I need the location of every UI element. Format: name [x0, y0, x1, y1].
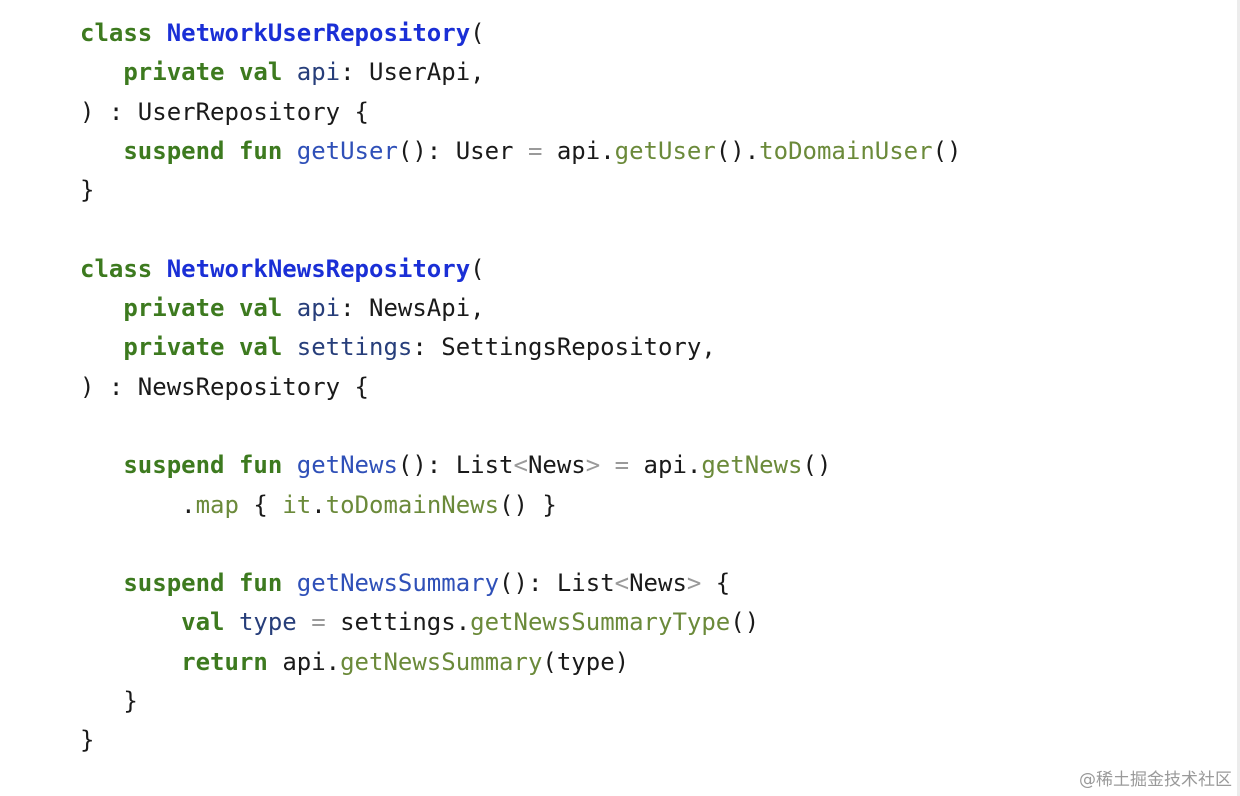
code-token-call: it — [282, 490, 312, 519]
code-token-plain: } — [80, 176, 95, 205]
code-token-plain: . — [80, 490, 196, 519]
code-token-plain: api. — [542, 136, 615, 165]
code-line: class NetworkNewsRepository( — [80, 250, 961, 289]
code-token-kw: return — [181, 647, 283, 676]
code-token-plain: { — [238, 490, 283, 519]
code-line: class NetworkUserRepository( — [80, 14, 961, 53]
code-token-plain: News — [527, 451, 586, 480]
code-token-kw: private val — [123, 333, 297, 362]
code-token-plain: ( — [470, 19, 485, 47]
code-token-op: > — [585, 451, 601, 480]
code-token-kw: private val — [123, 294, 297, 323]
code-line: suspend fun getUser(): User = api.getUse… — [80, 132, 961, 171]
code-token-plain: () — [802, 451, 832, 480]
code-token-class: NetworkNewsRepository — [166, 254, 471, 283]
code-token-class: NetworkUserRepository — [166, 19, 471, 47]
code-token-op: = — [527, 136, 543, 165]
code-token-prop: type — [238, 608, 297, 637]
code-token-call: toDomainNews — [325, 490, 500, 519]
code-token-plain: News — [629, 569, 687, 598]
code-line: ) : NewsRepository { — [80, 368, 961, 407]
code-token-call: toDomainUser — [759, 136, 933, 165]
code-token-plain: api. — [282, 647, 341, 676]
code-token-prop: settings — [296, 333, 413, 362]
code-token-kw: class — [80, 254, 167, 283]
code-token-op: = — [311, 608, 326, 637]
code-token-op: = — [614, 451, 630, 480]
code-token-plain: . — [311, 490, 326, 519]
code-token-plain: ) : NewsRepository { — [80, 372, 369, 401]
code-token-kw: val — [181, 608, 239, 637]
code-line: } — [80, 682, 961, 721]
watermark: @稀土掘金技术社区 — [1079, 770, 1232, 790]
code-token-kw: private val — [123, 58, 297, 87]
code-line: .map { it.toDomainNews() } — [80, 486, 961, 525]
code-token-fn: getNewsSummary — [296, 569, 500, 598]
code-token-call: getNewsSummaryType — [470, 608, 731, 637]
code-token-kw: suspend fun — [123, 569, 297, 598]
code-token-call: map — [195, 490, 239, 519]
code-token-call: getNews — [701, 451, 803, 480]
code-token-call: getNewsSummary — [340, 647, 543, 676]
code-line: suspend fun getNewsSummary(): List<News>… — [80, 564, 961, 603]
code-token-op: < — [513, 451, 528, 480]
code-token-plain: { — [701, 569, 731, 598]
code-token-plain: (): List — [397, 451, 514, 480]
code-line: private val settings: SettingsRepository… — [80, 328, 961, 367]
code-token-plain: ) : UserRepository { — [80, 97, 369, 126]
code-token-op: > — [686, 569, 702, 598]
code-token-plain: : SettingsRepository, — [412, 333, 716, 362]
code-token-plain: : NewsApi, — [340, 294, 485, 323]
code-token-op: < — [614, 569, 630, 598]
code-token-call: getUser — [614, 136, 716, 165]
code-line: private val api: UserApi, — [80, 53, 961, 92]
code-block: class NetworkUserRepository( private val… — [80, 14, 961, 761]
code-line: } — [80, 171, 961, 210]
code-token-kw: class — [80, 19, 167, 47]
code-token-prop: api — [296, 294, 341, 323]
code-token-prop: api — [296, 58, 341, 87]
code-line: return api.getNewsSummary(type) — [80, 643, 961, 682]
code-line: } — [80, 721, 961, 760]
code-token-plain: } — [80, 687, 138, 716]
code-screenshot: class NetworkUserRepository( private val… — [0, 0, 1240, 796]
code-token-plain: ( — [470, 254, 485, 283]
code-token-fn: getUser — [296, 136, 398, 165]
code-token-kw: suspend fun — [123, 136, 297, 165]
code-token-plain: () } — [499, 490, 557, 519]
code-token-plain: settings. — [325, 608, 471, 637]
code-line: suspend fun getNews(): List<News> = api.… — [80, 446, 961, 485]
code-token-fn: getNews — [296, 451, 398, 480]
code-token-plain: api. — [629, 451, 702, 480]
code-token-plain: () — [932, 136, 962, 165]
code-token-kw: suspend fun — [123, 451, 297, 480]
code-token-plain: } — [80, 726, 95, 755]
code-line: private val api: NewsApi, — [80, 289, 961, 328]
code-token-plain: (type) — [542, 647, 630, 676]
code-token-plain: : UserApi, — [340, 58, 485, 87]
code-token-plain: (). — [715, 136, 760, 165]
code-token-plain: (): User — [397, 136, 528, 165]
code-line: val type = settings.getNewsSummaryType() — [80, 603, 961, 642]
code-line: ) : UserRepository { — [80, 93, 961, 132]
code-token-plain: (): List — [499, 569, 615, 598]
code-token-plain: () — [730, 608, 760, 637]
